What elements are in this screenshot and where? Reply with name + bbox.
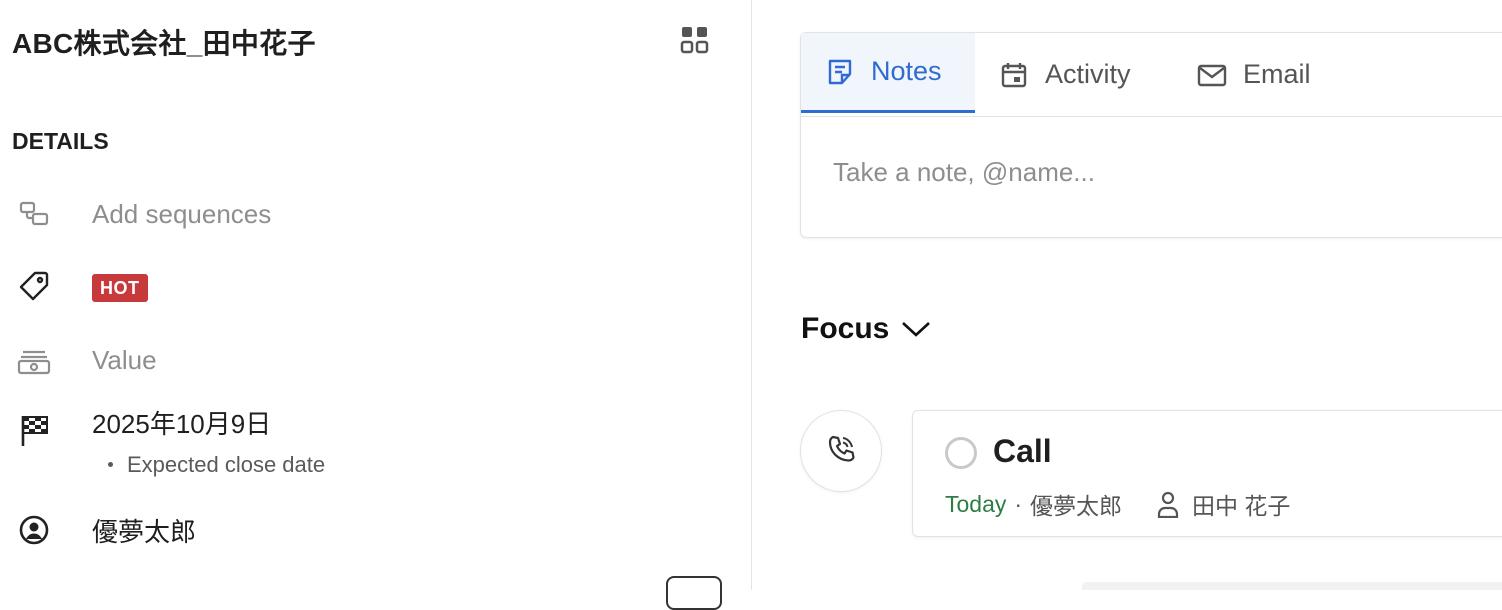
close-date-caption: Expected close date: [108, 452, 325, 478]
owner-value[interactable]: 優夢太郎: [92, 512, 196, 549]
activity-panel: Notes Activity Email Focus: [752, 0, 1502, 590]
partial-button[interactable]: [666, 576, 722, 610]
hot-tag-badge[interactable]: HOT: [92, 274, 148, 302]
contact-link[interactable]: 田中 花子: [1192, 487, 1290, 521]
value-field[interactable]: Value: [92, 345, 157, 376]
focus-label: Focus: [801, 312, 890, 345]
tab-email[interactable]: Email: [1197, 33, 1311, 116]
note-composer: Notes Activity Email: [800, 32, 1502, 238]
grid-icon: [680, 25, 710, 60]
call-activity-card[interactable]: Call Today · 優夢太郎 田中 花子: [912, 410, 1502, 537]
details-panel: ABC株式会社_田中花子 DETAILS Add sequences HOT V…: [0, 0, 751, 610]
record-title: ABC株式会社_田中花子: [12, 28, 316, 59]
chevron-down-icon: [901, 319, 931, 339]
composer-tabs: Notes Activity Email: [801, 33, 1502, 117]
value-row[interactable]: Value: [0, 338, 740, 382]
money-icon: [14, 340, 54, 380]
sequences-icon: [14, 194, 54, 234]
calendar-icon: [999, 60, 1029, 90]
layout-grid-button[interactable]: [676, 24, 714, 60]
tab-activity[interactable]: Activity: [999, 33, 1131, 116]
details-section-label: DETAILS: [12, 128, 109, 154]
mail-icon: [1197, 60, 1227, 90]
phone-icon: [826, 434, 856, 469]
focus-toggle[interactable]: Focus: [801, 312, 931, 346]
checkered-flag-icon: [14, 410, 54, 450]
owner-row[interactable]: 優夢太郎: [0, 508, 740, 552]
tag-row: HOT: [0, 264, 740, 308]
tab-notes[interactable]: Notes: [801, 33, 975, 113]
activity-owner: 優夢太郎: [1030, 493, 1123, 519]
activity-meta: Today · 優夢太郎 田中 花子: [945, 487, 1290, 521]
activity-title: Call: [993, 433, 1052, 469]
user-circle-icon: [14, 510, 54, 550]
person-icon: [1156, 490, 1180, 518]
call-type-badge: [800, 410, 882, 492]
close-date-value[interactable]: 2025年10月9日: [92, 404, 271, 441]
notes-icon: [825, 57, 855, 87]
tag-icon: [14, 266, 54, 306]
sequences-row[interactable]: Add sequences: [0, 192, 740, 236]
close-date-row[interactable]: 2025年10月9日: [0, 400, 740, 446]
note-input[interactable]: [833, 157, 1473, 188]
add-sequences-link[interactable]: Add sequences: [92, 199, 271, 230]
due-date: Today: [945, 490, 1007, 517]
complete-checkbox[interactable]: [945, 437, 977, 469]
next-card-edge: [1082, 582, 1502, 590]
